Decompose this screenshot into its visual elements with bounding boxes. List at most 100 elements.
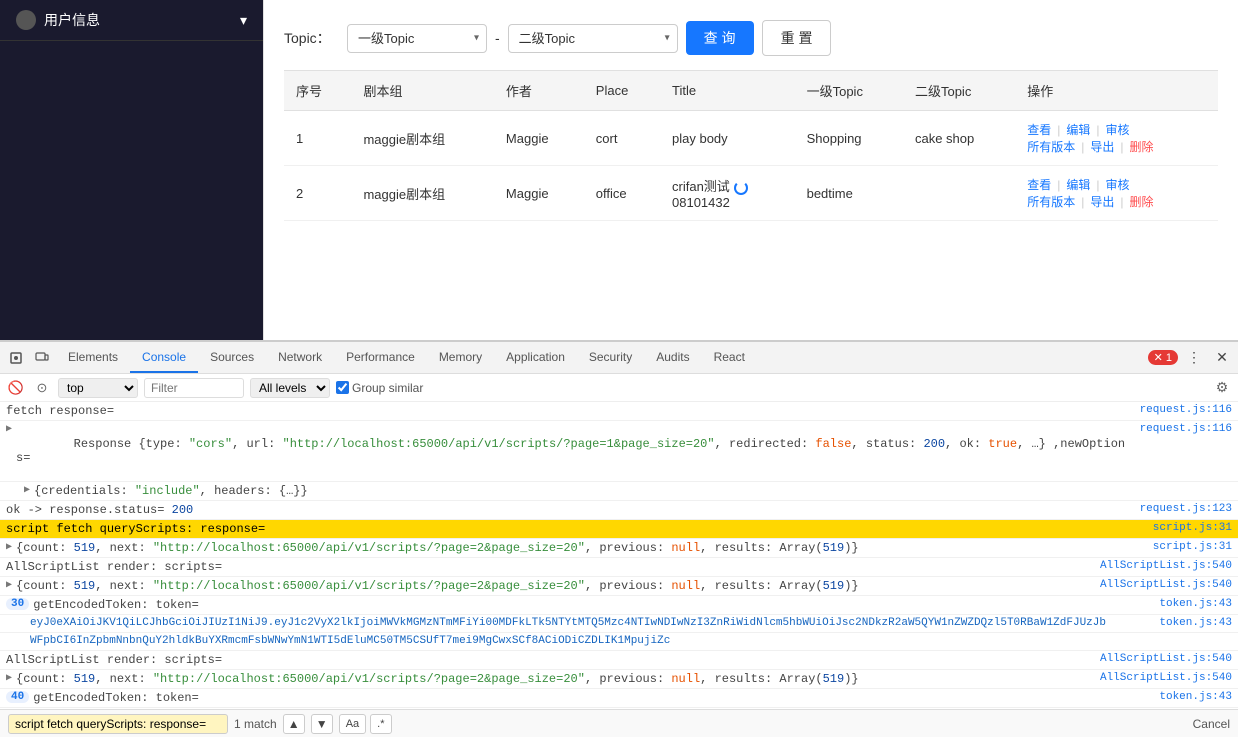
line-source[interactable]: AllScriptList.js:540 bbox=[1100, 579, 1232, 591]
line-number-badge: 40 bbox=[6, 691, 29, 703]
tab-console[interactable]: Console bbox=[130, 342, 198, 373]
tab-sources[interactable]: Sources bbox=[198, 342, 266, 373]
line-source[interactable]: request.js:123 bbox=[1140, 503, 1232, 515]
expand-triangle[interactable]: ▶ bbox=[6, 579, 12, 591]
line-content: eyJ0eXAiOiJKV1QiLCJhbGciOiJIUzI1NiJ9.eyJ… bbox=[30, 617, 1151, 629]
line-source[interactable]: script.js:31 bbox=[1153, 541, 1232, 553]
tab-application[interactable]: Application bbox=[494, 342, 577, 373]
line-content: {count: 519, next: "http://localhost:650… bbox=[16, 579, 1092, 593]
devtools-panel: Elements Console Sources Network Perform… bbox=[0, 340, 1238, 737]
cell-place: office bbox=[584, 166, 660, 221]
find-cancel-btn[interactable]: Cancel bbox=[1193, 717, 1230, 731]
console-line: ▶ {credentials: "include", headers: {…}} bbox=[0, 482, 1238, 501]
cell-actions: 查看 | 编辑 | 审核 所有版本 | 导出 | 删除 bbox=[1015, 166, 1218, 221]
console-top-btn[interactable]: ⊙ bbox=[32, 378, 52, 398]
console-level-select[interactable]: All levels bbox=[250, 378, 330, 398]
action-review-2[interactable]: 审核 bbox=[1106, 176, 1130, 193]
tab-audits[interactable]: Audits bbox=[644, 342, 701, 373]
sep6: | bbox=[1096, 178, 1099, 192]
level2-topic-select[interactable]: 二级Topic bbox=[508, 24, 678, 53]
console-line: ok -> response.status= 200 request.js:12… bbox=[0, 501, 1238, 520]
sep7: | bbox=[1081, 195, 1084, 209]
tab-network[interactable]: Network bbox=[266, 342, 334, 373]
cell-id: 2 bbox=[284, 166, 351, 221]
action-line-1: 查看 | 编辑 | 审核 bbox=[1027, 121, 1206, 138]
console-context-select[interactable]: top bbox=[58, 378, 138, 398]
action-versions[interactable]: 所有版本 bbox=[1027, 138, 1075, 155]
action-review[interactable]: 审核 bbox=[1106, 121, 1130, 138]
find-next-btn[interactable]: ▼ bbox=[311, 714, 333, 734]
action-export-2[interactable]: 导出 bbox=[1090, 193, 1114, 210]
action-edit[interactable]: 编辑 bbox=[1066, 121, 1090, 138]
console-line: 40 getEncodedToken: token= token.js:43 bbox=[0, 689, 1238, 708]
console-settings-btn[interactable]: ⚙ bbox=[1212, 378, 1232, 398]
devtools-close-btn[interactable]: ✕ bbox=[1210, 346, 1234, 370]
line-source[interactable]: token.js:43 bbox=[1159, 617, 1232, 629]
line-source[interactable]: request.js:116 bbox=[1140, 404, 1232, 416]
error-icon: ✕ bbox=[1154, 351, 1163, 364]
action-delete[interactable]: 删除 bbox=[1130, 138, 1154, 155]
inspect-element-btn[interactable] bbox=[4, 346, 28, 370]
console-output[interactable]: fetch response= request.js:116 ▶ Respons… bbox=[0, 402, 1238, 709]
line-content: ok -> response.status= 200 bbox=[6, 503, 1132, 517]
action-versions-2[interactable]: 所有版本 bbox=[1027, 193, 1075, 210]
filter-row: Topic： 一级Topic ▾ - 二级Topic ▾ 查 询 重 置 bbox=[284, 20, 1218, 56]
action-view-2[interactable]: 查看 bbox=[1027, 176, 1051, 193]
action-line-2: 所有版本 | 导出 | 删除 bbox=[1027, 138, 1206, 155]
line-source[interactable]: token.js:43 bbox=[1159, 598, 1232, 610]
line-source[interactable]: AllScriptList.js:540 bbox=[1100, 653, 1232, 665]
action-edit-2[interactable]: 编辑 bbox=[1066, 176, 1090, 193]
cell-topic1: Shopping bbox=[795, 111, 903, 166]
reset-button[interactable]: 重 置 bbox=[762, 20, 832, 56]
tab-react[interactable]: React bbox=[702, 342, 757, 373]
find-input[interactable] bbox=[8, 714, 228, 734]
expand-triangle[interactable]: ▶ bbox=[6, 541, 12, 553]
level1-topic-select[interactable]: 一级Topic bbox=[347, 24, 487, 53]
sidebar-expand-icon[interactable]: ▾ bbox=[240, 12, 247, 29]
devtools-more-btn[interactable]: ⋮ bbox=[1182, 346, 1206, 370]
action-export[interactable]: 导出 bbox=[1090, 138, 1114, 155]
find-match-case-btn[interactable]: Aa bbox=[339, 714, 366, 734]
action-delete-2[interactable]: 删除 bbox=[1130, 193, 1154, 210]
find-regex-btn[interactable]: .* bbox=[370, 714, 391, 734]
expand-triangle[interactable]: ▶ bbox=[6, 672, 12, 684]
expand-triangle[interactable]: ▶ bbox=[24, 484, 30, 496]
sep2: | bbox=[1096, 123, 1099, 137]
console-line: eyJ0eXAiOiJKV1QiLCJhbGciOiJIUzI1NiJ9.eyJ… bbox=[0, 708, 1238, 709]
col-header-actions: 操作 bbox=[1015, 71, 1218, 111]
cell-actions: 查看 | 编辑 | 审核 所有版本 | 导出 | 删除 bbox=[1015, 111, 1218, 166]
find-prev-btn[interactable]: ▲ bbox=[283, 714, 305, 734]
action-view[interactable]: 查看 bbox=[1027, 121, 1051, 138]
line-source[interactable]: token.js:43 bbox=[1159, 691, 1232, 703]
line-content: {credentials: "include", headers: {…}} bbox=[34, 484, 1232, 498]
action-links: 查看 | 编辑 | 审核 所有版本 | 导出 | 删除 bbox=[1027, 121, 1206, 155]
tab-elements[interactable]: Elements bbox=[56, 342, 130, 373]
cell-topic1: bedtime bbox=[795, 166, 903, 221]
line-source[interactable]: request.js:116 bbox=[1140, 423, 1232, 435]
table-header-row: 序号 剧本组 作者 Place Title 一级Topic 二级Topic 操作 bbox=[284, 71, 1218, 111]
console-clear-btn[interactable]: 🚫 bbox=[6, 378, 26, 398]
find-options: Aa .* bbox=[339, 714, 392, 734]
console-filter-input[interactable] bbox=[144, 378, 244, 398]
tab-memory[interactable]: Memory bbox=[427, 342, 494, 373]
console-line: ▶ Response {type: "cors", url: "http://l… bbox=[0, 421, 1238, 482]
console-line: 30 getEncodedToken: token= token.js:43 bbox=[0, 596, 1238, 615]
tab-security[interactable]: Security bbox=[577, 342, 644, 373]
sidebar-header: 用户信息 ▾ bbox=[0, 0, 263, 41]
cell-title: play body bbox=[660, 111, 795, 166]
topic-filter-label: Topic： bbox=[284, 28, 339, 48]
level1-topic-wrapper: 一级Topic ▾ bbox=[347, 24, 487, 53]
line-source[interactable]: AllScriptList.js:540 bbox=[1100, 560, 1232, 572]
line-source[interactable]: AllScriptList.js:540 bbox=[1100, 672, 1232, 684]
expand-triangle[interactable]: ▶ bbox=[6, 423, 12, 435]
tab-performance[interactable]: Performance bbox=[334, 342, 427, 373]
line-source[interactable]: script.js:31 bbox=[1153, 522, 1232, 534]
line-content: {count: 519, next: "http://localhost:650… bbox=[16, 672, 1092, 686]
line-content: fetch response= bbox=[6, 404, 1132, 418]
cell-author: Maggie bbox=[494, 111, 584, 166]
device-toolbar-btn[interactable] bbox=[30, 346, 54, 370]
col-header-id: 序号 bbox=[284, 71, 351, 111]
devtools-toolbar: Elements Console Sources Network Perform… bbox=[0, 342, 1238, 374]
query-button[interactable]: 查 询 bbox=[686, 21, 754, 55]
group-similar-checkbox[interactable] bbox=[336, 381, 349, 394]
